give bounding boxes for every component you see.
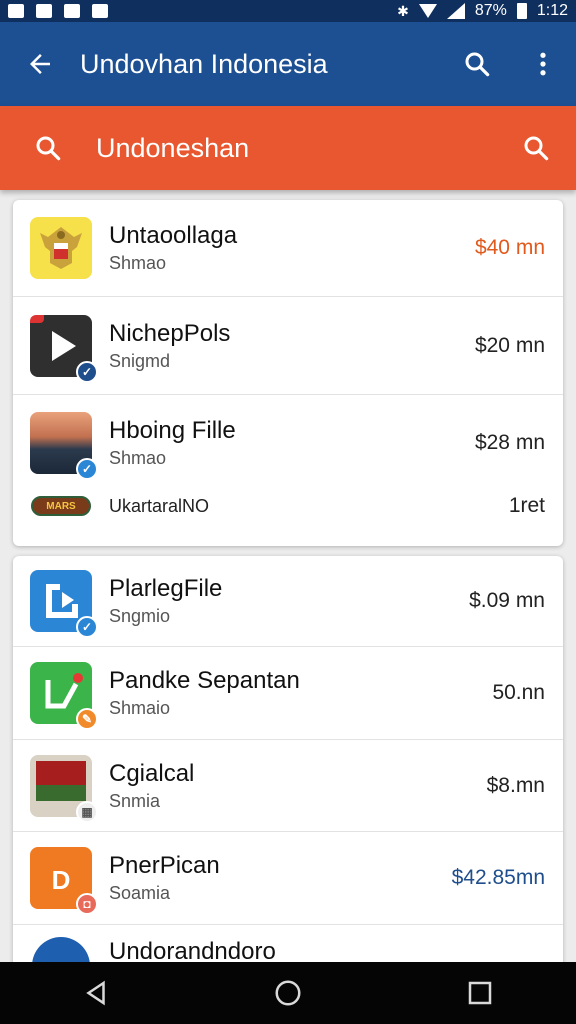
recents-icon[interactable] [465, 978, 495, 1008]
bag-badge-icon: ◘ [76, 893, 98, 915]
app-name: Hboing Fille [109, 417, 236, 444]
app-price: $40 mn [474, 236, 545, 259]
battery-icon [516, 3, 527, 19]
check-badge-icon: ✓ [76, 458, 98, 480]
list-item[interactable]: D ◘ PnerPican Soamia $42.85mn [13, 832, 563, 925]
app-name: NichepPols [109, 319, 231, 347]
more-vert-icon [540, 52, 546, 76]
app-list-card: Untaoollaga Shmao $40 mn ✓ NichepPols Sn… [13, 200, 563, 546]
notification-icon [92, 4, 108, 18]
grid-badge-icon: ▦ [76, 800, 98, 823]
app-name: Cgialcal [109, 759, 195, 787]
video-check-icon: ✎ [30, 662, 98, 730]
list-item[interactable]: ▦ Cgialcal Snmia $8.mn [13, 740, 563, 832]
app-name: PnerPican [109, 852, 220, 879]
app-name: Pandke Sepantan [109, 667, 300, 694]
app-price: $20 mn [474, 333, 545, 357]
system-nav-bar [0, 962, 576, 1024]
home-icon[interactable] [273, 978, 303, 1008]
app-name: PlarlegFile [109, 575, 223, 602]
search-query[interactable]: Undoneshan [96, 133, 496, 164]
photo-poster-icon: ▦ [30, 754, 98, 823]
arrow-left-icon [30, 54, 50, 74]
search-bar[interactable]: Undoneshan [0, 106, 576, 190]
bluetooth-icon: ✱ [397, 2, 409, 19]
search-icon [524, 136, 549, 161]
app-name: Untaoollaga [109, 222, 238, 249]
app-price: $28 mn [474, 431, 545, 454]
app-subtitle: Sngmio [109, 606, 171, 626]
extra-value: 1ret [508, 494, 545, 517]
play-icon: ✓ [30, 314, 98, 383]
list-item-extra[interactable]: MARS UkartaralNO 1ret [13, 491, 563, 521]
list-item[interactable]: ✓ NichepPols Snigmd $20 mn [13, 297, 563, 395]
notification-icon [8, 4, 24, 18]
search-icon [36, 136, 61, 161]
list-item[interactable]: ✎ Pandke Sepantan Shmaio 50.nn [13, 647, 563, 740]
check-badge-icon: ✓ [76, 360, 98, 383]
shopping-bag-icon: D ◘ [30, 847, 98, 915]
app-subtitle: Shmaio [109, 698, 171, 718]
more-options-button[interactable] [510, 49, 576, 79]
notification-icon [36, 4, 52, 18]
app-subtitle: Snmia [109, 790, 161, 811]
signal-icon [446, 3, 465, 19]
list-item[interactable]: ✓ PlarlegFile Sngmio $.09 mn [13, 556, 563, 647]
garuda-emblem-icon [30, 217, 92, 279]
search-button[interactable] [496, 133, 576, 163]
list-item[interactable]: Untaoollaga Shmao $40 mn [13, 200, 563, 297]
landscape-photo-icon: ✓ [30, 412, 98, 480]
search-button[interactable] [444, 49, 510, 79]
app-subtitle: Shmao [109, 448, 167, 468]
app-list-card: ✓ PlarlegFile Sngmio $.09 mn ✎ Pandke Se… [13, 556, 563, 976]
app-bar: Undovhan Indonesia [0, 22, 576, 106]
edit-badge-icon: ✎ [76, 708, 98, 730]
extra-text: UkartaralNO [109, 496, 210, 516]
app-price: $8.mn [486, 773, 545, 797]
clock: 1:12 [536, 2, 568, 19]
app-subtitle: Snigmd [109, 350, 171, 371]
page-title: Undovhan Indonesia [80, 48, 328, 79]
wifi-icon [418, 4, 437, 18]
app-subtitle: Shmao [109, 253, 167, 273]
file-frame-icon: ✓ [30, 570, 98, 638]
app-price: $42.85mn [451, 866, 545, 889]
app-subtitle: Soamia [109, 883, 171, 903]
back-icon[interactable] [81, 978, 111, 1008]
battery-percent: 87% [474, 2, 507, 19]
app-price: 50.nn [492, 681, 545, 704]
mars-logo: MARS [31, 496, 91, 516]
notification-icon [64, 4, 80, 18]
app-price: $.09 mn [469, 589, 545, 612]
status-bar: ✱ 87% 1:12 [0, 0, 576, 22]
back-button[interactable] [0, 49, 80, 79]
check-badge-icon: ✓ [76, 616, 98, 638]
search-icon [465, 52, 490, 77]
list-item[interactable]: ✓ Hboing Fille Shmao $28 mn MARS Ukartar… [13, 395, 563, 545]
search-button[interactable] [0, 133, 96, 163]
